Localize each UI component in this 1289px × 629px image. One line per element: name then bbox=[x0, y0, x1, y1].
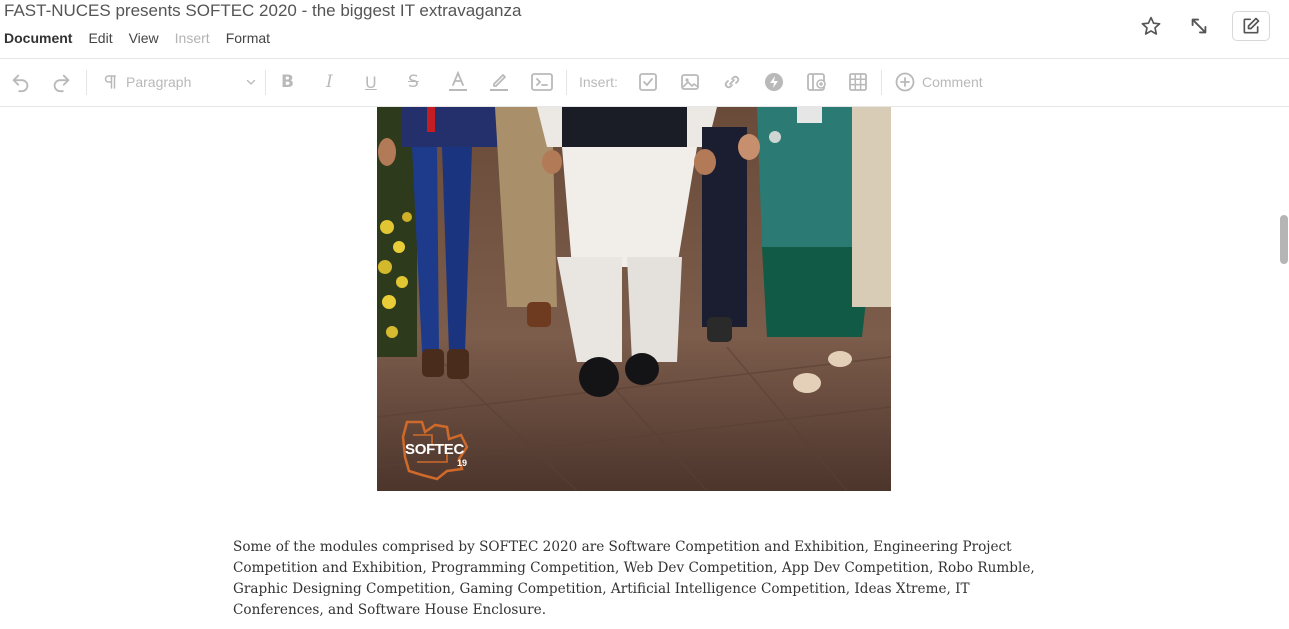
insert-embed-button[interactable] bbox=[806, 71, 828, 93]
insert-quick-action-button[interactable] bbox=[764, 71, 784, 93]
toolbar-divider bbox=[566, 70, 567, 95]
expand-button[interactable] bbox=[1186, 13, 1212, 39]
redo-button[interactable] bbox=[50, 71, 72, 93]
bold-button[interactable]: B bbox=[281, 71, 294, 93]
document-title[interactable]: FAST-NUCES presents SOFTEC 2020 - the bi… bbox=[4, 1, 521, 21]
paragraph-style-label: Paragraph bbox=[126, 74, 192, 90]
highlight-icon bbox=[490, 74, 508, 91]
scrollbar-thumb[interactable] bbox=[1280, 215, 1288, 264]
menu-view[interactable]: View bbox=[129, 30, 159, 46]
undo-button[interactable] bbox=[10, 71, 32, 93]
editor-toolbar: Paragraph B I U S Insert: Comment bbox=[0, 59, 1289, 107]
softec-logo-year: 19 bbox=[457, 458, 468, 468]
insert-label-text: Insert: bbox=[579, 74, 618, 90]
chevron-down-icon bbox=[246, 79, 256, 85]
toolbar-divider bbox=[86, 70, 87, 95]
underline-button[interactable]: U bbox=[365, 71, 377, 93]
insert-label: Insert: bbox=[579, 71, 618, 93]
image-icon bbox=[681, 74, 699, 90]
bold-icon: B bbox=[281, 72, 294, 92]
menu-insert: Insert bbox=[174, 30, 210, 46]
event-photo-illustration bbox=[377, 107, 891, 491]
lightning-icon bbox=[765, 73, 783, 91]
link-icon bbox=[724, 75, 740, 89]
text-color-button[interactable] bbox=[448, 71, 468, 93]
checkbox-icon bbox=[639, 73, 657, 91]
insert-checklist-button[interactable] bbox=[638, 71, 658, 93]
edit-icon bbox=[1243, 17, 1260, 34]
document-header: FAST-NUCES presents SOFTEC 2020 - the bi… bbox=[0, 0, 1289, 59]
softec-logo-text: SOFTEC bbox=[405, 441, 465, 458]
terminal-icon bbox=[531, 73, 553, 91]
text-color-icon bbox=[449, 71, 467, 91]
insert-image-button[interactable] bbox=[680, 71, 700, 93]
plus-circle-icon bbox=[895, 72, 915, 92]
italic-button[interactable]: I bbox=[326, 71, 333, 93]
highlight-color-button[interactable] bbox=[489, 71, 509, 93]
strikethrough-icon: S bbox=[408, 72, 419, 92]
embed-icon bbox=[807, 73, 826, 91]
paragraph-style-select[interactable]: Paragraph bbox=[101, 71, 257, 93]
strikethrough-button[interactable]: S bbox=[408, 71, 419, 93]
add-comment-button[interactable]: Comment bbox=[895, 71, 983, 93]
menu-bar: Document Edit View Insert Format bbox=[4, 30, 286, 46]
redo-icon bbox=[53, 74, 70, 93]
underline-icon: U bbox=[365, 72, 377, 92]
favorite-button[interactable] bbox=[1138, 13, 1164, 39]
menu-format[interactable]: Format bbox=[226, 30, 270, 46]
event-photo[interactable]: SOFTEC 19 bbox=[377, 107, 891, 491]
pilcrow-icon bbox=[104, 75, 116, 89]
insert-link-button[interactable] bbox=[722, 71, 742, 93]
insert-table-button[interactable] bbox=[848, 71, 868, 93]
toolbar-divider bbox=[881, 70, 882, 95]
undo-icon bbox=[12, 74, 29, 93]
star-icon bbox=[1141, 16, 1161, 35]
table-icon bbox=[849, 73, 867, 91]
comment-label: Comment bbox=[922, 74, 983, 90]
menu-document[interactable]: Document bbox=[4, 30, 72, 46]
code-block-button[interactable] bbox=[531, 71, 553, 93]
document-body[interactable]: SOFTEC 19 Some of the modules comprised … bbox=[0, 107, 1289, 629]
italic-icon: I bbox=[326, 72, 333, 92]
edit-button[interactable] bbox=[1232, 11, 1270, 41]
menu-edit[interactable]: Edit bbox=[88, 30, 112, 46]
resize-icon bbox=[1191, 18, 1207, 34]
body-paragraph[interactable]: Some of the modules comprised by SOFTEC … bbox=[233, 537, 1043, 621]
toolbar-divider bbox=[265, 70, 266, 95]
